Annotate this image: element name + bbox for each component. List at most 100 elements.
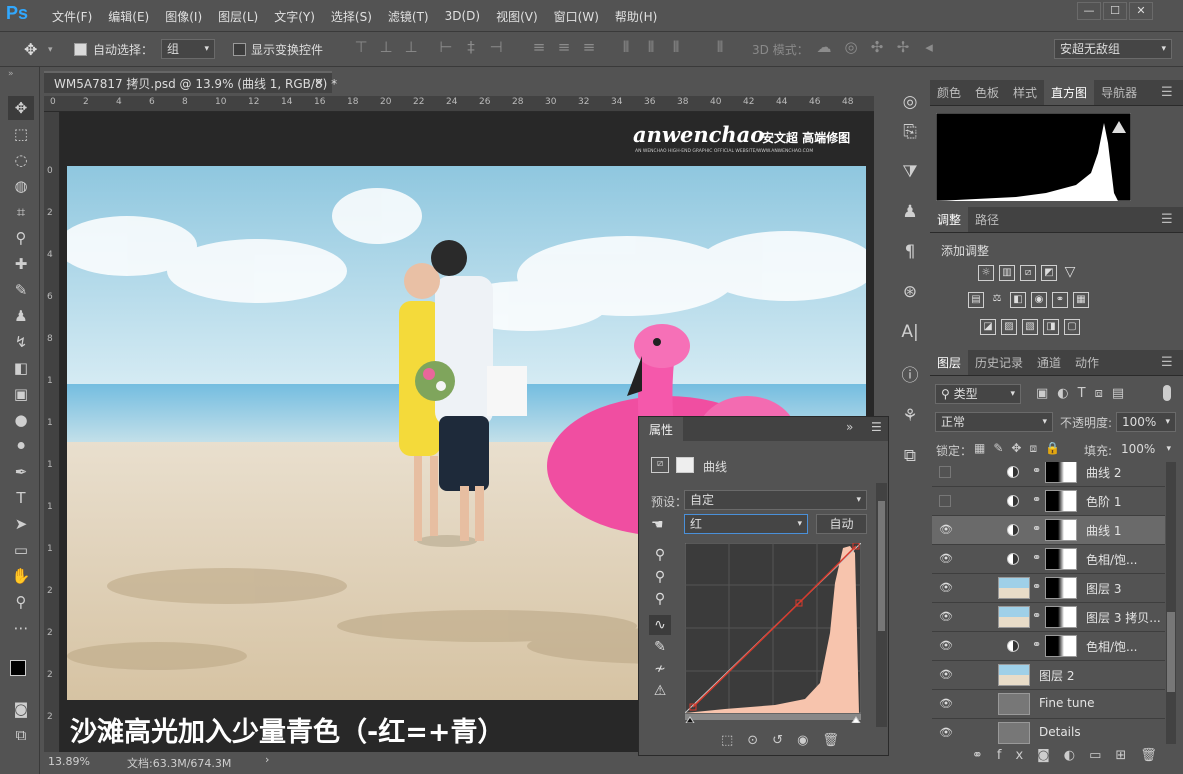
link-icon[interactable]: ⚭ <box>1032 522 1041 535</box>
3d-panel-icon[interactable]: ◎ <box>896 88 924 116</box>
levels-icon[interactable]: ▥ <box>999 265 1015 281</box>
paragraph-panel-icon[interactable]: ¶ <box>896 238 924 266</box>
tab-navigator[interactable]: 导航器 <box>1094 80 1144 105</box>
gradient-map-icon[interactable]: ◨ <box>1043 319 1059 335</box>
layers-scrollbar[interactable] <box>1166 462 1176 744</box>
layer-mask-thumbnail[interactable] <box>1045 635 1077 657</box>
document-tab[interactable]: WM5A7817 拷贝.psd @ 13.9% (曲线 1, RGB/8) * … <box>44 71 337 93</box>
tab-actions[interactable]: 动作 <box>1068 350 1106 375</box>
distribute-left-icon[interactable]: ⦀ <box>617 38 635 56</box>
photo-filter-icon[interactable]: ◉ <box>1031 292 1047 308</box>
lasso-tool-icon[interactable]: ◌ <box>8 148 34 172</box>
layer-row[interactable]: 👁 ⚭ 色相/饱... <box>932 632 1165 661</box>
gradient-tool-icon[interactable]: ▣ <box>8 382 34 406</box>
align-left-icon[interactable]: ⊢ <box>437 38 455 56</box>
tab-histogram[interactable]: 直方图 <box>1044 80 1095 105</box>
tab-color[interactable]: 颜色 <box>930 80 968 105</box>
link-icon[interactable]: ⚭ <box>1032 638 1041 651</box>
layer-row[interactable]: 👁 ⚭ 图层 3 拷贝... <box>932 603 1165 632</box>
threshold-icon[interactable]: ▧ <box>1022 319 1038 335</box>
3d-roll-icon[interactable]: ◎ <box>842 38 860 56</box>
horizontal-ruler[interactable]: 0 2 4 6 8 10 12 14 16 18 20 22 24 26 28 30 32 34 36 38 40 42 4… <box>44 96 874 112</box>
collapse-toolbox-icon[interactable]: » <box>8 69 14 79</box>
panel-menu-icon[interactable]: ☰ <box>1161 212 1173 227</box>
distribute-vcenter-icon[interactable]: ≡ <box>555 38 573 56</box>
black-white-icon[interactable]: ◧ <box>1010 292 1026 308</box>
healing-brush-tool-icon[interactable]: ✚ <box>8 252 34 276</box>
dodge-tool-icon[interactable]: ⚫ <box>8 434 34 458</box>
workspace-dropdown[interactable]: 安超无敌组 ▾ <box>1054 39 1172 59</box>
tab-layers[interactable]: 图层 <box>930 350 969 375</box>
maximize-button[interactable]: ☐ <box>1103 2 1127 20</box>
black-eyedropper-icon[interactable]: ⚲ <box>649 545 671 565</box>
zoom-tool-icon[interactable]: ⚲ <box>8 590 34 614</box>
layer-mask-thumbnail[interactable] <box>1045 490 1077 512</box>
tab-history[interactable]: 历史记录 <box>968 350 1030 375</box>
blur-tool-icon[interactable]: ● <box>8 408 34 432</box>
layer-footer-icons[interactable]: ⚭fx◙◐▭⊞🗑 <box>972 748 1171 763</box>
smooth-curve-icon[interactable]: ≁ <box>649 659 671 679</box>
layer-filter-dropdown[interactable]: ⚲ 类型 ▾ <box>935 384 1021 404</box>
eye-icon[interactable]: 👁 <box>939 726 953 740</box>
menu-item-8[interactable]: 视图(V) <box>488 8 546 25</box>
move-tool-icon[interactable]: ✥ <box>8 96 34 120</box>
character-panel-icon[interactable]: A| <box>896 318 924 346</box>
distribute-top-icon[interactable]: ≡ <box>530 38 548 56</box>
link-icon[interactable]: ⚭ <box>1032 580 1041 593</box>
selective-color-icon[interactable]: ▢ <box>1064 319 1080 335</box>
pencil-draw-icon[interactable]: ✎ <box>649 637 671 657</box>
channel-dropdown[interactable]: 红 ▾ <box>684 514 808 534</box>
rectangle-tool-icon[interactable]: ▭ <box>8 538 34 562</box>
auto-align-icon[interactable]: ⫴ <box>711 38 729 56</box>
link-icon[interactable]: ⚭ <box>1032 551 1041 564</box>
adjustments-panel-icon[interactable]: ⧩ <box>896 158 924 186</box>
clipping-warning-icon[interactable]: ⚠ <box>649 681 671 701</box>
tab-channels[interactable]: 通道 <box>1030 350 1068 375</box>
layer-thumbnail[interactable] <box>998 664 1030 686</box>
align-vcenter-icon[interactable]: ⊥ <box>377 38 395 56</box>
marquee-tool-icon[interactable]: ⬚ <box>8 122 34 146</box>
align-bottom-icon[interactable]: ⊥ <box>402 38 420 56</box>
layer-row[interactable]: ⚭ 色阶 1 <box>932 487 1165 516</box>
channel-mixer-icon[interactable]: ⚭ <box>1052 292 1068 308</box>
auto-button[interactable]: 自动 <box>816 514 867 534</box>
creative-cloud-icon[interactable]: ⊛ <box>896 278 924 306</box>
eraser-tool-icon[interactable]: ◧ <box>8 356 34 380</box>
menu-item-10[interactable]: 帮助(H) <box>607 8 665 25</box>
3d-scale-icon[interactable]: ◂ <box>920 38 938 56</box>
group-thumbnail[interactable] <box>998 722 1030 744</box>
distribute-hcenter-icon[interactable]: ⦀ <box>642 38 660 56</box>
align-right-icon[interactable]: ⊣ <box>487 38 505 56</box>
layer-list[interactable]: ⚭ 曲线 2 ⚭ 色阶 1 👁 ⚭ 曲线 1 👁 ⚭ 色相/饱... 👁 ⚭ 图层 3 👁 ⚭ 图层 3 拷贝… <box>932 462 1165 744</box>
menu-item-7[interactable]: 3D(D) <box>437 9 488 23</box>
eye-icon[interactable]: 👁 <box>939 697 953 711</box>
eyedropper-tool-icon[interactable]: ⚲ <box>8 226 34 250</box>
opacity-input[interactable]: 100% ▾ <box>1116 412 1176 432</box>
quick-select-tool-icon[interactable]: ◍ <box>8 174 34 198</box>
color-lookup-icon[interactable]: ▦ <box>1073 292 1089 308</box>
tab-adjustments[interactable]: 调整 <box>930 207 969 232</box>
mask-icon[interactable] <box>676 457 694 473</box>
target-adjust-icon[interactable]: ☚ <box>651 517 664 533</box>
3d-slide-icon[interactable]: ✢ <box>894 38 912 56</box>
clone-source-icon[interactable]: ♟ <box>896 198 924 226</box>
layer-mask-thumbnail[interactable] <box>1045 606 1077 628</box>
show-transform-checkbox[interactable] <box>233 43 246 56</box>
link-icon[interactable]: ⚭ <box>1032 464 1041 477</box>
menu-item-5[interactable]: 选择(S) <box>323 8 380 25</box>
align-hcenter-icon[interactable]: ‡ <box>462 38 480 56</box>
3d-rotate-icon[interactable]: ☁ <box>815 38 833 56</box>
distribute-bottom-icon[interactable]: ≡ <box>580 38 598 56</box>
menu-item-1[interactable]: 编辑(E) <box>100 8 157 25</box>
layer-mask-thumbnail[interactable] <box>1045 548 1077 570</box>
move-tool-icon[interactable]: ✥ <box>24 40 37 59</box>
eye-icon[interactable]: 👁 <box>939 552 953 566</box>
menu-item-2[interactable]: 图像(I) <box>157 8 210 25</box>
minimize-button[interactable]: — <box>1077 2 1101 20</box>
more-tools-icon[interactable]: ⋯ <box>8 616 34 640</box>
properties-scrollbar[interactable] <box>876 483 887 727</box>
history-panel-icon[interactable]: ⎘ <box>896 118 924 146</box>
vertical-ruler[interactable]: 0 2 4 6 8 1 1 1 1 1 2 2 2 2 <box>44 112 60 752</box>
quick-mask-icon[interactable]: ◙ <box>8 697 34 721</box>
info-panel-icon[interactable]: ⓘ <box>896 362 924 390</box>
